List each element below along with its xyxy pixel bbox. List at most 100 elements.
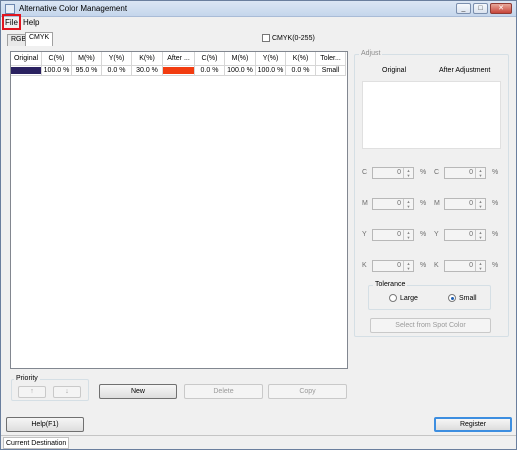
- original-color-swatch: [11, 67, 41, 74]
- spin-arrows-icon[interactable]: ▲ ▼: [475, 199, 485, 209]
- select-spot-color-button[interactable]: Select from Spot Color: [370, 318, 491, 333]
- color-preview: [362, 81, 501, 149]
- col-after-k[interactable]: K(%): [286, 52, 316, 66]
- help-button[interactable]: Help(F1): [6, 417, 84, 432]
- cell-orig-k[interactable]: 30.0 %: [132, 66, 163, 76]
- copy-button[interactable]: Copy: [268, 384, 347, 399]
- priority-legend: Priority: [14, 375, 40, 382]
- priority-down-button[interactable]: ↓: [53, 386, 81, 398]
- minimize-button[interactable]: _: [456, 3, 471, 14]
- cmyk-range-checkbox[interactable]: [262, 34, 270, 42]
- window-controls: _ □ ✕: [456, 3, 512, 14]
- cell-after-c[interactable]: 0.0 %: [195, 66, 225, 76]
- cell-after-k[interactable]: 0.0 %: [286, 66, 316, 76]
- after-c-stepper[interactable]: 0 ▲ ▼: [444, 167, 486, 179]
- cell-after-m[interactable]: 100.0 %: [225, 66, 256, 76]
- delete-button[interactable]: Delete: [184, 384, 263, 399]
- tolerance-large-label: Large: [400, 294, 418, 302]
- col-after-y[interactable]: Y(%): [256, 52, 286, 66]
- orig-y-label: Y: [362, 231, 367, 238]
- tolerance-small-radio[interactable]: [448, 294, 456, 302]
- col-orig-c[interactable]: C(%): [42, 52, 72, 66]
- current-destination-status: Current Destination: [3, 437, 70, 449]
- orig-k-label: K: [362, 262, 367, 269]
- priority-up-button[interactable]: ↑: [18, 386, 46, 398]
- orig-c-label: C: [362, 169, 368, 176]
- after-color-swatch: [163, 67, 194, 74]
- col-after-m[interactable]: M(%): [225, 52, 256, 66]
- orig-m-percent: %: [420, 200, 427, 207]
- orig-k-stepper[interactable]: 0 ▲ ▼: [372, 260, 414, 272]
- tolerance-large-radio[interactable]: [389, 294, 397, 302]
- tolerance-small-option[interactable]: Small: [448, 294, 477, 302]
- new-button[interactable]: New: [99, 384, 177, 399]
- app-window: Alternative Color Management _ □ ✕ File …: [0, 0, 517, 450]
- cell-tolerance[interactable]: Small: [316, 66, 346, 76]
- after-m-stepper[interactable]: 0 ▲ ▼: [444, 198, 486, 210]
- after-y-label: Y: [434, 231, 439, 238]
- window-title: Alternative Color Management: [19, 4, 128, 13]
- col-orig-m[interactable]: M(%): [72, 52, 102, 66]
- table-row[interactable]: 100.0 % 95.0 % 0.0 % 30.0 % 0.0 % 100.0 …: [11, 66, 347, 76]
- after-k-label: K: [434, 262, 439, 269]
- adjust-after-header: After Adjustment: [439, 67, 491, 74]
- orig-y-percent: %: [420, 231, 427, 238]
- cell-orig-m[interactable]: 95.0 %: [72, 66, 102, 76]
- tab-cmyk[interactable]: CMYK: [25, 32, 54, 46]
- after-color-cell[interactable]: [163, 66, 195, 76]
- col-tolerance[interactable]: Toler...: [316, 52, 346, 66]
- after-k-value: 0: [469, 262, 473, 269]
- adjust-legend: Adjust: [359, 50, 383, 57]
- after-y-percent: %: [492, 231, 499, 238]
- spin-arrows-icon[interactable]: ▲ ▼: [403, 261, 413, 271]
- orig-c-percent: %: [420, 169, 427, 176]
- color-table[interactable]: Original C(%) M(%) Y(%) K(%) After ... C…: [10, 51, 348, 369]
- orig-k-percent: %: [420, 262, 427, 269]
- after-c-percent: %: [492, 169, 499, 176]
- orig-c-value: 0: [397, 169, 401, 176]
- after-y-stepper[interactable]: 0 ▲ ▼: [444, 229, 486, 241]
- table-header: Original C(%) M(%) Y(%) K(%) After ... C…: [11, 52, 347, 66]
- title-bar: Alternative Color Management _ □ ✕: [1, 1, 516, 17]
- col-orig-k[interactable]: K(%): [132, 52, 163, 66]
- spin-arrows-icon[interactable]: ▲ ▼: [475, 261, 485, 271]
- after-c-label: C: [434, 169, 440, 176]
- spin-arrows-icon[interactable]: ▲ ▼: [475, 168, 485, 178]
- menu-help[interactable]: Help: [23, 18, 39, 27]
- tolerance-small-label: Small: [459, 294, 477, 302]
- spin-arrows-icon[interactable]: ▲ ▼: [403, 199, 413, 209]
- orig-m-label: M: [362, 200, 368, 207]
- app-icon: [5, 4, 15, 14]
- spin-arrows-icon[interactable]: ▲ ▼: [403, 168, 413, 178]
- col-after[interactable]: After ...: [163, 52, 195, 66]
- register-button[interactable]: Register: [434, 417, 512, 432]
- orig-y-value: 0: [397, 231, 401, 238]
- orig-k-value: 0: [397, 262, 401, 269]
- adjust-original-header: Original: [382, 67, 407, 74]
- cmyk-range-label: CMYK(0-255): [272, 34, 315, 42]
- after-y-value: 0: [469, 231, 473, 238]
- original-color-cell[interactable]: [11, 66, 42, 76]
- menu-bar: File Help: [1, 17, 516, 31]
- after-k-stepper[interactable]: 0 ▲ ▼: [444, 260, 486, 272]
- spin-arrows-icon[interactable]: ▲ ▼: [475, 230, 485, 240]
- tolerance-large-option[interactable]: Large: [389, 294, 418, 302]
- orig-c-stepper[interactable]: 0 ▲ ▼: [372, 167, 414, 179]
- cell-after-y[interactable]: 100.0 %: [256, 66, 286, 76]
- after-c-value: 0: [469, 169, 473, 176]
- status-bar: Current Destination: [1, 435, 516, 449]
- col-original[interactable]: Original: [11, 52, 42, 66]
- orig-y-stepper[interactable]: 0 ▲ ▼: [372, 229, 414, 241]
- col-orig-y[interactable]: Y(%): [102, 52, 132, 66]
- col-after-c[interactable]: C(%): [195, 52, 225, 66]
- after-m-value: 0: [469, 200, 473, 207]
- spin-arrows-icon[interactable]: ▲ ▼: [403, 230, 413, 240]
- maximize-button[interactable]: □: [473, 3, 488, 14]
- cell-orig-c[interactable]: 100.0 %: [42, 66, 72, 76]
- after-m-percent: %: [492, 200, 499, 207]
- cmyk-range-checkbox-group[interactable]: CMYK(0-255): [262, 34, 315, 42]
- orig-m-stepper[interactable]: 0 ▲ ▼: [372, 198, 414, 210]
- cell-orig-y[interactable]: 0.0 %: [102, 66, 132, 76]
- after-m-label: M: [434, 200, 440, 207]
- close-button[interactable]: ✕: [490, 3, 512, 14]
